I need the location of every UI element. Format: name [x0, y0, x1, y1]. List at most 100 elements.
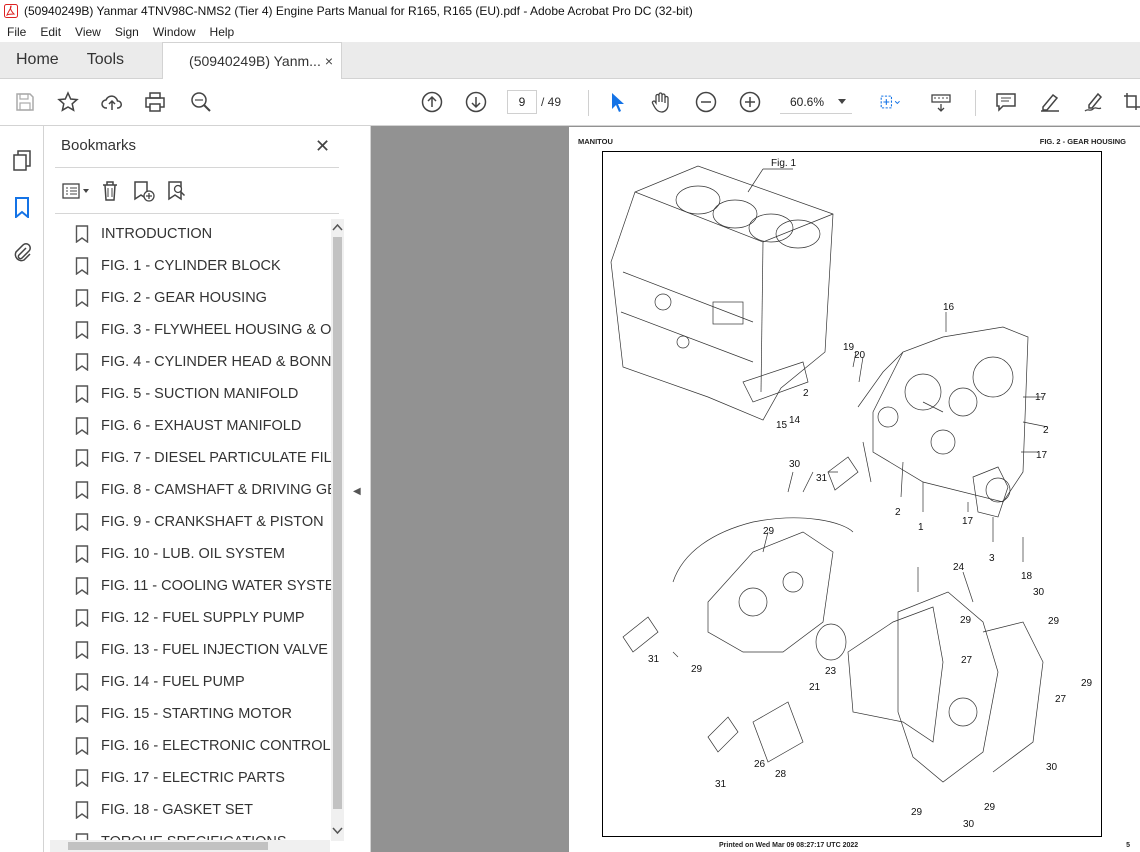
bookmark-label: FIG. 6 - EXHAUST MANIFOLD — [101, 418, 302, 434]
bookmark-options-button[interactable] — [59, 178, 93, 204]
bookmarks-vertical-scrollbar[interactable] — [331, 219, 344, 841]
zoom-select[interactable]: 60.6% — [780, 90, 852, 114]
bookmark-item[interactable]: FIG. 6 - EXHAUST MANIFOLD — [75, 410, 331, 442]
previous-page-button[interactable] — [419, 89, 445, 115]
new-bookmark-button[interactable] — [127, 178, 161, 204]
bookmark-label: FIG. 13 - FUEL INJECTION VALVE — [101, 642, 328, 658]
bookmarks-panel-button[interactable] — [10, 195, 34, 219]
tab-document[interactable]: (50940249B) Yanm... × — [162, 42, 343, 79]
bookmark-item[interactable]: FIG. 11 - COOLING WATER SYSTEM — [75, 570, 331, 602]
close-icon[interactable]: ✕ — [315, 136, 330, 157]
plus-circle-icon — [739, 91, 761, 113]
scroll-down-icon[interactable] — [331, 825, 344, 837]
bookmarks-horizontal-scrollbar[interactable] — [50, 840, 330, 852]
collapse-arrow-icon[interactable]: ◀ — [353, 486, 361, 497]
share-button[interactable] — [99, 89, 125, 115]
bookmark-icon — [75, 481, 89, 499]
scrollbar-thumb[interactable] — [333, 237, 342, 809]
menu-sign[interactable]: Sign — [108, 25, 146, 39]
bookmark-search-icon — [168, 181, 186, 201]
find-bookmark-button[interactable] — [161, 178, 195, 204]
menu-help[interactable]: Help — [203, 25, 242, 39]
hand-icon — [651, 92, 669, 113]
comment-button[interactable] — [993, 89, 1019, 115]
scrollbar-thumb[interactable] — [68, 842, 268, 850]
minus-circle-icon — [695, 91, 717, 113]
bookmark-item[interactable]: FIG. 16 - ELECTRONIC CONTROL UI — [75, 730, 331, 762]
part-callout: 20 — [854, 350, 866, 361]
acrobat-icon — [4, 4, 18, 18]
tab-home[interactable]: Home — [0, 42, 73, 78]
bookmark-item[interactable]: FIG. 7 - DIESEL PARTICULATE FILTE — [75, 442, 331, 474]
bookmark-item[interactable]: FIG. 2 - GEAR HOUSING — [75, 282, 331, 314]
bookmark-item[interactable]: FIG. 14 - FUEL PUMP — [75, 666, 331, 698]
menu-window[interactable]: Window — [146, 25, 203, 39]
bookmark-item[interactable]: FIG. 5 - SUCTION MANIFOLD — [75, 378, 331, 410]
menu-edit[interactable]: Edit — [33, 25, 68, 39]
bookmark-item[interactable]: FIG. 15 - STARTING MOTOR — [75, 698, 331, 730]
bookmark-star-button[interactable] — [55, 89, 81, 115]
bookmark-label: FIG. 4 - CYLINDER HEAD & BONNE — [101, 354, 331, 370]
arrow-down-circle-icon — [465, 91, 487, 113]
page-number-input[interactable]: 9 — [507, 90, 537, 114]
next-page-button[interactable] — [463, 89, 489, 115]
bookmark-item[interactable]: FIG. 1 - CYLINDER BLOCK — [75, 250, 331, 282]
bookmark-item[interactable]: FIG. 12 - FUEL SUPPLY PUMP — [75, 602, 331, 634]
menu-view[interactable]: View — [68, 25, 108, 39]
part-callout: 2 — [803, 388, 809, 399]
bookmark-icon — [75, 577, 89, 595]
tab-close-icon[interactable]: × — [325, 53, 333, 69]
part-callout: 29 — [691, 664, 703, 675]
save-button[interactable] — [12, 89, 38, 115]
hand-tool-button[interactable] — [648, 89, 674, 115]
bookmark-item[interactable]: INTRODUCTION — [75, 218, 331, 250]
bookmark-item[interactable]: FIG. 17 - ELECTRIC PARTS — [75, 762, 331, 794]
delete-bookmark-button[interactable] — [93, 178, 127, 204]
bookmark-item[interactable]: FIG. 10 - LUB. OIL SYSTEM — [75, 538, 331, 570]
highlight-button[interactable] — [1037, 89, 1063, 115]
page-footer: Printed on Wed Mar 09 08:27:17 UTC 2022 — [719, 842, 859, 849]
part-callout: 21 — [809, 682, 821, 693]
zoom-out-button[interactable] — [693, 89, 719, 115]
document-viewport[interactable]: MANITOU FIG. 2 - GEAR HOUSING 16 19 20 1… — [371, 126, 1140, 852]
bookmark-label: FIG. 18 - GASKET SET — [101, 802, 254, 818]
bookmark-icon — [75, 609, 89, 627]
bookmark-item[interactable]: FIG. 8 - CAMSHAFT & DRIVING GEA — [75, 474, 331, 506]
bookmark-icon — [75, 673, 89, 691]
bookmark-label: FIG. 9 - CRANKSHAFT & PISTON — [101, 514, 324, 530]
sign-button[interactable] — [1081, 89, 1107, 115]
find-button[interactable] — [188, 89, 214, 115]
bookmark-label: FIG. 1 - CYLINDER BLOCK — [101, 258, 281, 274]
part-callout: 31 — [816, 473, 828, 484]
part-callout: 28 — [775, 769, 787, 780]
bookmark-item[interactable]: FIG. 9 - CRANKSHAFT & PISTON — [75, 506, 331, 538]
bookmark-icon — [75, 449, 89, 467]
part-callout: 2 — [1043, 425, 1049, 436]
select-tool-button[interactable] — [604, 89, 630, 115]
chevron-down-icon — [838, 98, 846, 104]
bookmark-item[interactable]: FIG. 3 - FLYWHEEL HOUSING & OIL — [75, 314, 331, 346]
part-callout: 30 — [963, 819, 975, 830]
bookmark-add-icon — [134, 181, 155, 202]
print-button[interactable] — [142, 89, 168, 115]
bookmarks-list: INTRODUCTION FIG. 1 - CYLINDER BLOCK FIG. … — [75, 218, 331, 844]
bookmark-icon — [75, 513, 89, 531]
scroll-up-icon[interactable] — [331, 221, 344, 233]
attachments-button[interactable] — [10, 241, 34, 265]
zoom-value: 60.6% — [790, 94, 825, 109]
bookmark-label: FIG. 8 - CAMSHAFT & DRIVING GEA — [101, 482, 331, 498]
more-tools-button[interactable] — [1122, 89, 1140, 115]
zoom-in-button[interactable] — [737, 89, 763, 115]
divider — [55, 167, 339, 168]
fit-page-button[interactable] — [872, 89, 908, 115]
bookmark-item[interactable]: FIG. 18 - GASKET SET — [75, 794, 331, 826]
part-callout: 17 — [962, 516, 974, 527]
tab-bar: Home Tools (50940249B) Yanm... × — [0, 42, 1140, 79]
panel-collapse-strip[interactable]: ◀ — [345, 126, 371, 852]
bookmark-item[interactable]: FIG. 4 - CYLINDER HEAD & BONNE — [75, 346, 331, 378]
page-thumbnails-button[interactable] — [10, 148, 34, 172]
scrolling-mode-button[interactable] — [928, 89, 954, 115]
tab-tools[interactable]: Tools — [73, 42, 138, 78]
bookmark-item[interactable]: FIG. 13 - FUEL INJECTION VALVE — [75, 634, 331, 666]
menu-file[interactable]: File — [0, 25, 33, 39]
